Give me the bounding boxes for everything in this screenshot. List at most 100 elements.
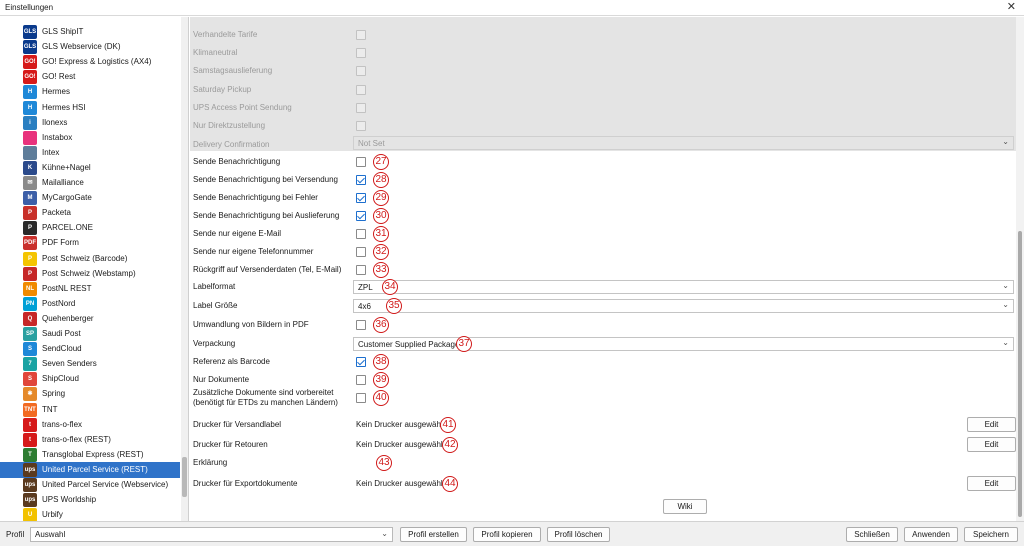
- sidebar-item[interactable]: i Ilonexs: [0, 115, 180, 131]
- go-logo-icon: GO!: [23, 70, 37, 85]
- setting-checkbox[interactable]: [356, 175, 366, 185]
- edit-printer-button[interactable]: Edit: [967, 476, 1016, 491]
- sidebar-item[interactable]: Intex: [0, 145, 180, 161]
- sidebar-scroll-thumb[interactable]: [182, 457, 187, 497]
- sidebar-item[interactable]: GLS GLS ShipIT: [0, 24, 180, 40]
- delete-profile-button[interactable]: Profil löschen: [547, 527, 610, 542]
- setting-label: Labelformat: [193, 282, 236, 291]
- sidebar-item-label: MyCargoGate: [42, 193, 92, 203]
- close-button[interactable]: Schließen: [846, 527, 898, 542]
- saudi-post-logo-icon: SP: [23, 327, 37, 341]
- chevron-down-icon: ⌄: [1002, 137, 1009, 146]
- setting-select[interactable]: Customer Supplied Package ⌄: [353, 337, 1014, 351]
- setting-checkbox[interactable]: [356, 229, 366, 239]
- sidebar-item[interactable]: SP Saudi Post: [0, 326, 180, 342]
- sendcloud-logo-icon: S: [23, 342, 37, 357]
- sidebar-item[interactable]: ups United Parcel Service (Webservice): [0, 477, 180, 493]
- sidebar-item[interactable]: 7 Seven Senders: [0, 356, 180, 372]
- setting-checkbox[interactable]: [356, 247, 366, 257]
- postnl-logo-icon: NL: [23, 281, 37, 296]
- save-button[interactable]: Speichern: [964, 527, 1018, 542]
- sidebar-item[interactable]: GO! GO! Express & Logistics (AX4): [0, 54, 180, 70]
- shipcloud-logo-icon: S: [23, 372, 37, 387]
- setting-select[interactable]: ZPL ⌄: [353, 280, 1014, 294]
- sidebar-item[interactable]: GO! GO! Rest: [0, 69, 180, 85]
- sidebar-item-label: Hermes: [42, 87, 71, 97]
- sidebar-item[interactable]: Instabox: [0, 130, 180, 146]
- sidebar-item-label: GLS Webservice (DK): [42, 42, 121, 52]
- copy-profile-button[interactable]: Profil kopieren: [473, 527, 541, 542]
- sidebar-item-label: Spring: [42, 389, 66, 399]
- sidebar-item[interactable]: P Packeta: [0, 205, 180, 221]
- urbify-logo-icon: U: [23, 508, 37, 521]
- sidebar-item[interactable]: K Kühne+Nagel: [0, 160, 180, 176]
- setting-label: Nur Dokumente: [193, 375, 250, 384]
- sidebar-item[interactable]: ups UPS Worldship: [0, 492, 180, 508]
- delivery-confirmation-label: Delivery Confirmation: [193, 140, 270, 149]
- sidebar-item[interactable]: PDF PDF Form: [0, 235, 180, 251]
- sidebar-item[interactable]: GLS GLS Webservice (DK): [0, 39, 180, 55]
- setting-label: Sende Benachrichtigung bei Versendung: [193, 175, 338, 184]
- sidebar-item-label: Quehenberger: [42, 313, 94, 323]
- sidebar-item[interactable]: P Post Schweiz (Webstamp): [0, 266, 180, 282]
- sidebar-item[interactable]: NL PostNL REST: [0, 281, 180, 297]
- settings-scroll-thumb[interactable]: [1018, 231, 1022, 517]
- sidebar-item[interactable]: ups United Parcel Service (REST): [0, 461, 180, 478]
- sidebar-item[interactable]: S ShipCloud: [0, 371, 180, 387]
- sidebar-item[interactable]: ✱ Spring: [0, 386, 180, 402]
- sidebar-item[interactable]: H Hermes: [0, 84, 180, 100]
- sidebar-item-label: PARCEL.ONE: [42, 223, 93, 233]
- setting-checkbox[interactable]: [356, 157, 366, 167]
- sidebar-item[interactable]: S SendCloud: [0, 341, 180, 357]
- post-schweiz-logo-icon: P: [23, 266, 37, 281]
- setting-checkbox[interactable]: [356, 393, 366, 403]
- annotation-number: 28: [373, 172, 389, 188]
- close-icon[interactable]: ✕: [1007, 1, 1016, 13]
- sidebar-item[interactable]: PN PostNord: [0, 296, 180, 312]
- apply-button[interactable]: Anwenden: [904, 527, 958, 542]
- sidebar-item[interactable]: T Transglobal Express (REST): [0, 447, 180, 463]
- sidebar-item[interactable]: Q Quehenberger: [0, 311, 180, 327]
- sidebar-item[interactable]: P Post Schweiz (Barcode): [0, 251, 180, 267]
- seven-senders-logo-icon: 7: [23, 357, 37, 372]
- sidebar-item-label: Saudi Post: [42, 329, 81, 338]
- edit-printer-button[interactable]: Edit: [967, 437, 1016, 452]
- setting-label-note: (benötigt für ETDs zu manchen Ländern): [193, 398, 338, 407]
- delivery-confirmation-value: Not Set: [358, 139, 385, 148]
- sidebar-item-label: PostNL REST: [42, 283, 92, 293]
- post-schweiz-logo-icon: P: [23, 251, 37, 266]
- disabled-setting-label: Saturday Pickup: [193, 85, 252, 94]
- mycargogate-logo-icon: M: [23, 191, 37, 206]
- setting-checkbox[interactable]: [356, 193, 366, 203]
- setting-checkbox[interactable]: [356, 320, 366, 330]
- sidebar-item[interactable]: ✉ Mailalliance: [0, 175, 180, 191]
- sidebar-item[interactable]: H Hermes HSI: [0, 100, 180, 116]
- sidebar-item[interactable]: P PARCEL.ONE: [0, 220, 180, 236]
- sidebar-item[interactable]: t trans-o-flex (REST): [0, 432, 180, 448]
- setting-label: Verpackung: [193, 339, 236, 348]
- annotation-number: 35: [386, 298, 402, 314]
- sidebar-item[interactable]: U Urbify: [0, 507, 180, 521]
- profile-select[interactable]: Auswahl ⌄: [30, 527, 393, 542]
- setting-checkbox[interactable]: [356, 357, 366, 367]
- setting-select[interactable]: 4x6 ⌄: [353, 299, 1014, 313]
- setting-checkbox[interactable]: [356, 265, 366, 275]
- sidebar-item-label: UPS Worldship: [42, 495, 97, 505]
- settings-panel: Verhandelte Tarife Klimaneutral Samstagsau…: [190, 17, 1024, 521]
- setting-checkbox[interactable]: [356, 375, 366, 385]
- sidebar-item[interactable]: M MyCargoGate: [0, 190, 180, 206]
- wiki-button[interactable]: Wiki: [663, 499, 707, 514]
- explanation-input[interactable]: [353, 456, 1014, 470]
- setting-checkbox[interactable]: [356, 211, 366, 221]
- sidebar-item[interactable]: t trans-o-flex: [0, 417, 180, 433]
- setting-label: Sende Benachrichtigung: [193, 157, 281, 166]
- sidebar-item-label: Transglobal Express (REST): [42, 449, 144, 459]
- sidebar-scrollbar[interactable]: [181, 17, 188, 521]
- setting-label: Sende Benachrichtigung bei Auslieferung: [193, 211, 340, 220]
- sidebar-item[interactable]: TNT TNT: [0, 402, 180, 418]
- create-profile-button[interactable]: Profil erstellen: [400, 527, 467, 542]
- edit-printer-button[interactable]: Edit: [967, 417, 1016, 432]
- disabled-setting-label: Nur Direktzustellung: [193, 121, 266, 130]
- setting-label: Drucker für Versandlabel: [193, 420, 282, 429]
- settings-scrollbar[interactable]: [1016, 17, 1024, 521]
